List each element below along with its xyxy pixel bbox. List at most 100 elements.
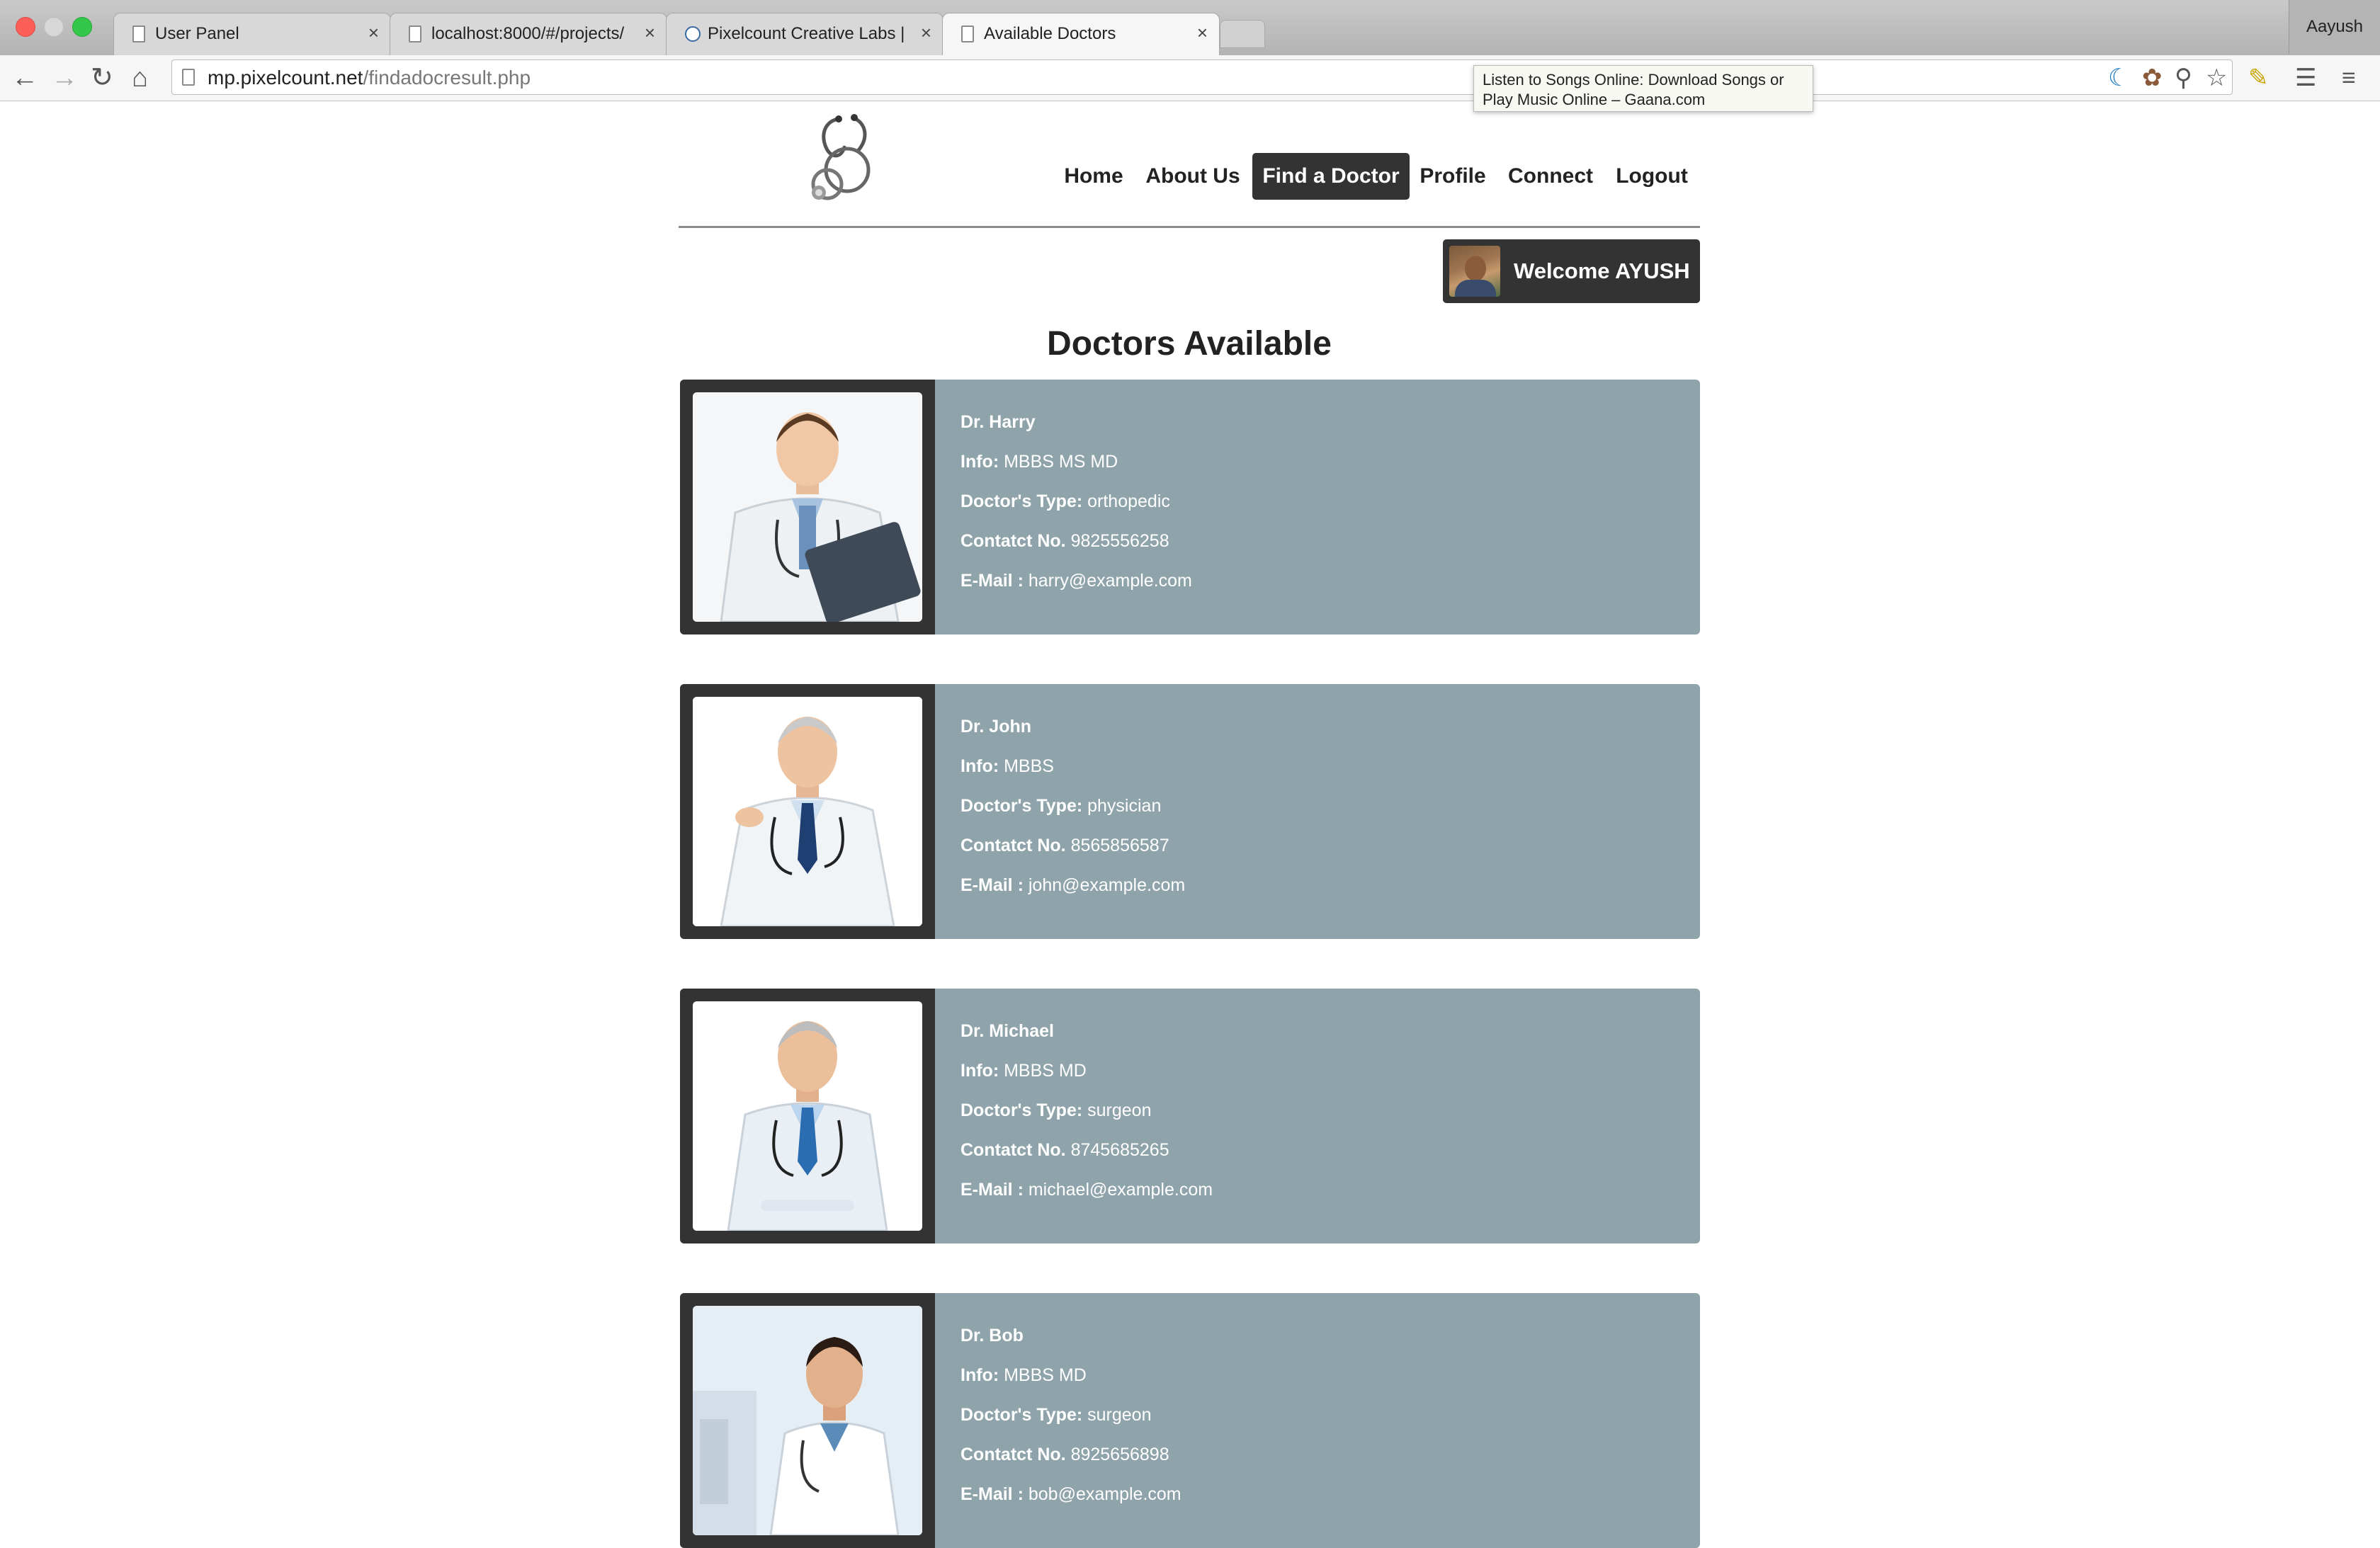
doctor-card: Dr. Bob Info: MBBS MD Doctor's Type: sur… (680, 1293, 1700, 1548)
doctor-photo (693, 1001, 922, 1231)
tab-close-icon[interactable]: × (1197, 22, 1208, 44)
page-title: Doctors Available (1047, 325, 1332, 363)
doctor-qualification: MBBS MD (1004, 1365, 1087, 1385)
contact-label: Contatct No. (960, 1445, 1066, 1464)
tab-close-icon[interactable]: × (368, 22, 379, 44)
browser-titlebar: User Panel × localhost:8000/#/projects/ … (0, 0, 2380, 56)
type-label: Doctor's Type: (960, 796, 1083, 816)
doctor-name: Dr. Bob (960, 1326, 1024, 1345)
nav-home[interactable]: Home (1061, 153, 1126, 200)
page-icon (961, 25, 974, 42)
doctor-card: Dr. John Info: MBBS Doctor's Type: physi… (680, 684, 1700, 939)
doctor-type: physician (1087, 796, 1162, 816)
doctor-contact: 9825556258 (1070, 531, 1169, 551)
extension-moon-icon[interactable]: ☾ (2108, 64, 2129, 92)
tab-title: Available Doctors (984, 24, 1116, 43)
doctor-type: surgeon (1087, 1100, 1152, 1120)
doctor-email[interactable]: michael@example.com (1028, 1180, 1213, 1200)
type-label: Doctor's Type: (960, 1405, 1083, 1425)
window-maximize-button[interactable] (72, 17, 92, 37)
browser-tab-user-panel[interactable]: User Panel × (113, 13, 391, 55)
doctor-info: Dr. John Info: MBBS Doctor's Type: physi… (960, 707, 1185, 905)
nav-connect[interactable]: Connect (1503, 153, 1598, 200)
browser-toolbar: ← → ↻ ⌂ mp.pixelcount.net/findadocresult… (0, 55, 2380, 101)
doctor-photo (693, 392, 922, 622)
window-minimize-button[interactable] (44, 17, 64, 37)
doctor-info: Dr. Michael Info: MBBS MD Doctor's Type:… (960, 1011, 1213, 1210)
doctor-email[interactable]: harry@example.com (1028, 571, 1192, 591)
url-text: mp.pixelcount.net/findadocresult.php (208, 67, 531, 89)
browser-menu-icon[interactable]: ≡ (2342, 64, 2356, 92)
doctor-email[interactable]: john@example.com (1028, 875, 1185, 895)
doctor-contact: 8745685265 (1070, 1140, 1169, 1160)
info-label: Info: (960, 756, 999, 776)
doctor-name: Dr. Michael (960, 1021, 1054, 1041)
contact-label: Contatct No. (960, 1140, 1066, 1160)
tab-title: User Panel (155, 24, 239, 43)
email-label: E-Mail : (960, 875, 1024, 895)
tab-close-icon[interactable]: × (921, 22, 931, 44)
doctor-qualification: MBBS MS MD (1004, 452, 1118, 472)
nav-about-us[interactable]: About Us (1140, 153, 1245, 200)
new-tab-button[interactable] (1220, 20, 1265, 48)
extension-list-icon[interactable]: ☰ (2295, 64, 2316, 92)
type-label: Doctor's Type: (960, 1100, 1083, 1120)
page-icon (409, 25, 421, 42)
home-icon[interactable]: ⌂ (132, 62, 148, 93)
tab-title: Pixelcount Creative Labs | (708, 24, 905, 43)
page-icon (132, 25, 145, 42)
doctor-photo (693, 697, 922, 926)
tab-title: localhost:8000/#/projects/ (431, 24, 625, 43)
profile-button[interactable]: Aayush (2289, 0, 2380, 54)
doctor-photo (693, 1306, 922, 1535)
address-bar[interactable]: mp.pixelcount.net/findadocresult.php (171, 59, 2233, 95)
forward-arrow-icon[interactable]: → (51, 62, 78, 93)
doctor-photo-frame (680, 1293, 935, 1548)
info-label: Info: (960, 452, 999, 472)
doctor-type: surgeon (1087, 1405, 1152, 1425)
extension-tooltip: Listen to Songs Online: Download Songs o… (1473, 65, 1813, 112)
window-close-button[interactable] (16, 17, 35, 37)
doctor-photo-frame (680, 684, 935, 939)
doctor-photo-frame (680, 380, 935, 634)
doctor-info: Dr. Bob Info: MBBS MD Doctor's Type: sur… (960, 1316, 1182, 1514)
doctor-photo-frame (680, 989, 935, 1243)
doctor-qualification: MBBS MD (1004, 1061, 1087, 1081)
doctor-name: Dr. John (960, 717, 1032, 736)
nav-find-a-doctor[interactable]: Find a Doctor (1252, 153, 1410, 200)
doctor-name: Dr. Harry (960, 412, 1036, 432)
doctor-info: Dr. Harry Info: MBBS MS MD Doctor's Type… (960, 402, 1192, 601)
browser-tab-available-doctors[interactable]: Available Doctors × (942, 13, 1220, 55)
doctor-contact: 8925656898 (1070, 1445, 1169, 1464)
email-label: E-Mail : (960, 1484, 1024, 1504)
url-host: mp.pixelcount.net (208, 67, 363, 89)
extension-pen-icon[interactable]: ✎ (2248, 64, 2269, 92)
tab-close-icon[interactable]: × (645, 22, 655, 44)
reload-icon[interactable]: ↻ (91, 62, 113, 93)
page-icon (182, 69, 195, 86)
doctor-card: Dr. Harry Info: MBBS MS MD Doctor's Type… (680, 380, 1700, 634)
type-label: Doctor's Type: (960, 491, 1083, 511)
back-arrow-icon[interactable]: ← (11, 62, 38, 93)
browser-tab-localhost[interactable]: localhost:8000/#/projects/ × (390, 13, 667, 55)
url-path: /findadocresult.php (363, 67, 531, 89)
bookmark-star-icon[interactable]: ☆ (2206, 64, 2227, 92)
welcome-badge[interactable]: Welcome AYUSH (1443, 239, 1700, 303)
doctor-contact: 8565856587 (1070, 836, 1169, 855)
doctor-email[interactable]: bob@example.com (1028, 1484, 1182, 1504)
nav-profile[interactable]: Profile (1417, 153, 1489, 200)
avatar (1449, 246, 1500, 297)
doctor-qualification: MBBS (1004, 756, 1054, 776)
doctor-type: orthopedic (1087, 491, 1170, 511)
contact-label: Contatct No. (960, 836, 1066, 855)
zoom-icon[interactable]: ⚲ (2175, 64, 2192, 92)
info-label: Info: (960, 1061, 999, 1081)
extension-flower-icon[interactable]: ✿ (2142, 64, 2163, 92)
stethoscope-logo-icon[interactable] (798, 113, 883, 205)
doctor-card: Dr. Michael Info: MBBS MD Doctor's Type:… (680, 989, 1700, 1243)
browser-tab-pixelcount[interactable]: Pixelcount Creative Labs | × (666, 13, 944, 55)
email-label: E-Mail : (960, 571, 1024, 591)
contact-label: Contatct No. (960, 531, 1066, 551)
pixelcount-favicon-icon (685, 26, 701, 42)
nav-logout[interactable]: Logout (1611, 153, 1693, 200)
